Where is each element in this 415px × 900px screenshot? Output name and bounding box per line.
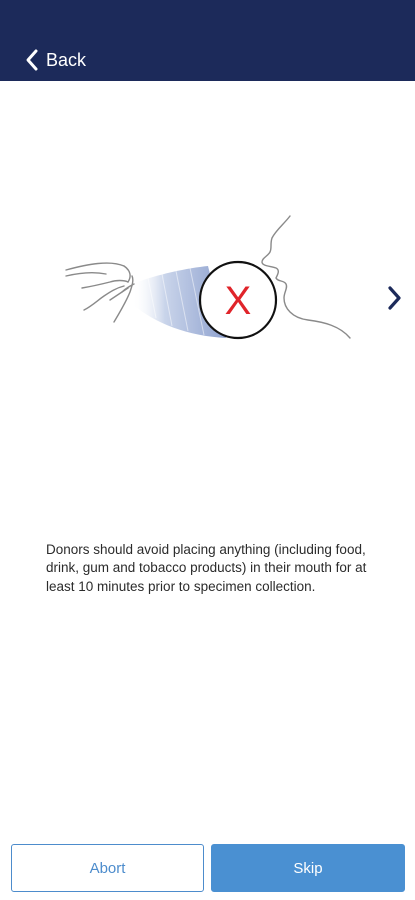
prohibited-mark: X [225, 279, 252, 323]
top-bar: Back [0, 0, 415, 81]
chevron-right-icon[interactable] [382, 282, 406, 314]
hand-drawing [65, 262, 135, 323]
skip-button[interactable]: Skip [211, 844, 405, 892]
no-mouth-contact-icon: X [65, 215, 351, 340]
instruction-screen: Back X Donors should avoid placing anyth… [0, 0, 415, 900]
back-button[interactable]: Back [24, 46, 86, 74]
abort-button[interactable]: Abort [11, 844, 204, 892]
face-profile [261, 215, 351, 339]
chevron-left-icon [26, 49, 38, 71]
back-label: Back [46, 49, 87, 70]
instruction-text: Donors should avoid placing anything (in… [46, 541, 367, 594]
